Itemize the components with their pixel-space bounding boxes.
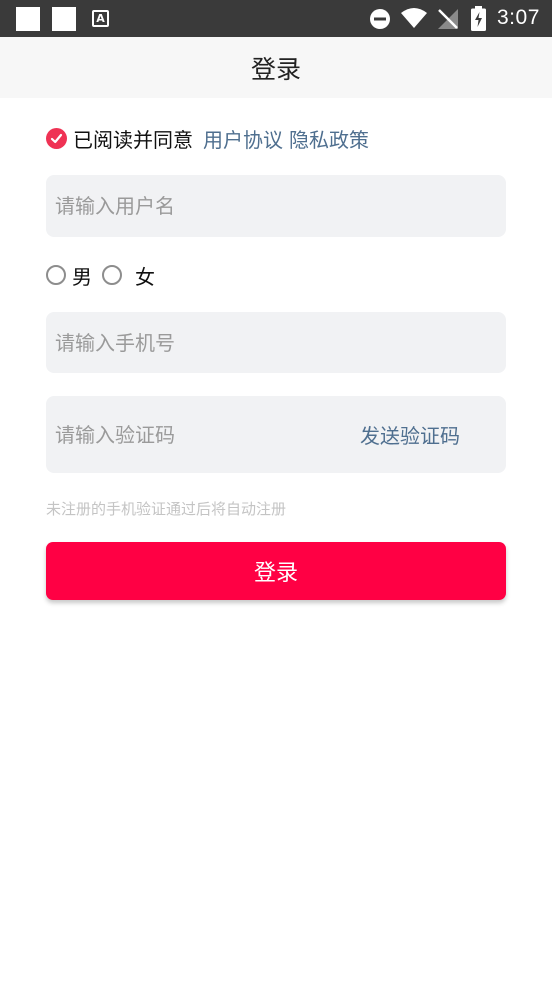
wifi-icon (401, 8, 427, 28)
agreement-text: 已阅读并同意 (73, 127, 193, 152)
send-code-button[interactable]: 发送验证码 (360, 420, 460, 449)
phone-field (46, 312, 506, 373)
clock-time: 3:07 (497, 6, 540, 29)
check-icon (50, 133, 63, 143)
gender-male-label: 男 (72, 264, 92, 289)
code-input[interactable] (55, 422, 335, 447)
user-agreement-link[interactable]: 用户协议 (203, 124, 283, 153)
notification-square-icon (16, 7, 40, 31)
do-not-disturb-icon (370, 9, 390, 29)
gender-male-radio[interactable] (46, 265, 66, 285)
page-title: 登录 (250, 54, 301, 84)
gender-female-radio[interactable] (102, 265, 122, 285)
agreement-checkbox[interactable] (46, 127, 67, 149)
code-field: 发送验证码 (46, 396, 506, 473)
username-field (46, 175, 506, 237)
status-bar: A 3:07 (0, 0, 552, 37)
login-button[interactable]: 登录 (46, 542, 506, 600)
gender-female-label: 女 (135, 264, 155, 289)
title-bar: 登录 (0, 37, 552, 98)
phone-input[interactable] (55, 330, 506, 355)
no-signal-icon (438, 9, 458, 29)
gender-selector: 男 女 (46, 260, 155, 290)
privacy-policy-link[interactable]: 隐私政策 (289, 124, 369, 153)
register-hint: 未注册的手机验证通过后将自动注册 (46, 500, 287, 518)
font-a-icon: A (92, 10, 109, 27)
notification-square-icon (52, 7, 76, 31)
username-input[interactable] (55, 194, 506, 218)
battery-charging-icon (471, 6, 486, 31)
agreement-row: 已阅读并同意 用户协议 隐私政策 (46, 121, 369, 155)
